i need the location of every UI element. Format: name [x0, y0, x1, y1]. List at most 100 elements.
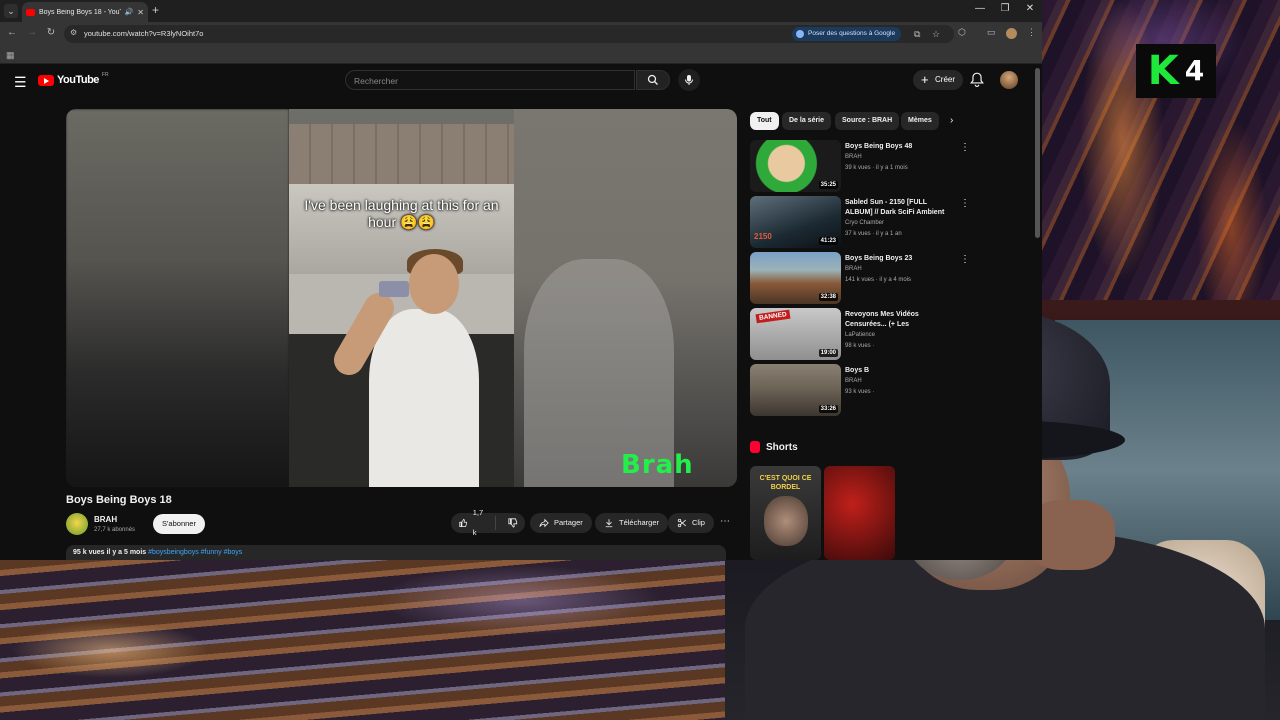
- chevron-right-icon[interactable]: ›: [950, 115, 953, 126]
- recommendation-item[interactable]: 2150 41:23 Sabled Sun - 2150 [FULL ALBUM…: [750, 196, 1030, 248]
- like-button[interactable]: 1,7 k: [451, 508, 496, 537]
- share-button[interactable]: Partager: [530, 513, 592, 533]
- video-thumbnail[interactable]: 2150 41:23: [750, 196, 841, 248]
- recommendation-channel[interactable]: BRAH: [845, 154, 862, 160]
- browser-window: ⌄ Boys Being Boys 18 - YouTu 🔊 ✕ + — ❐ ✕…: [0, 0, 1042, 560]
- tab-strip: ⌄ Boys Being Boys 18 - YouTu 🔊 ✕ + — ❐ ✕: [0, 0, 1042, 22]
- channel-avatar[interactable]: [66, 513, 88, 535]
- notifications-bell-icon[interactable]: [970, 72, 984, 87]
- video-caption: I've been laughing at this for an hour 😩…: [304, 197, 499, 230]
- youtube-favicon-icon: [26, 8, 35, 16]
- dislike-button[interactable]: [501, 518, 525, 528]
- page-scrollbar[interactable]: [1035, 68, 1040, 238]
- search-box[interactable]: [345, 70, 635, 90]
- install-icon[interactable]: ⧉: [914, 29, 920, 40]
- recommendation-title[interactable]: Boys Being Boys 23: [845, 254, 955, 264]
- download-icon: [605, 519, 613, 528]
- subscribe-button[interactable]: S'abonner: [153, 514, 205, 534]
- recommendation-meta: 37 k vues · il y a 1 an: [845, 231, 902, 237]
- more-options-icon[interactable]: ⋮: [960, 198, 970, 209]
- description-box[interactable]: 95 k vues il y a 5 mois #boysbeingboys #…: [66, 545, 726, 560]
- chip-series[interactable]: De la série: [782, 112, 832, 130]
- youtube-logo[interactable]: YouTube FR: [38, 72, 109, 86]
- recommendation-channel[interactable]: Cryo Chamber: [845, 220, 884, 226]
- youtube-wordmark: YouTube: [57, 74, 99, 86]
- new-tab-button[interactable]: +: [152, 3, 159, 17]
- search-icon: [647, 74, 658, 85]
- cast-icon[interactable]: ▭: [987, 27, 996, 38]
- subscriber-count: 27,7 k abonnés: [94, 527, 136, 533]
- more-options-icon[interactable]: ⋮: [960, 142, 970, 153]
- duration-badge: 41:23: [818, 237, 838, 245]
- short-thumbnail[interactable]: [824, 466, 895, 560]
- video-player[interactable]: I've been laughing at this for an hour 😩…: [66, 109, 737, 487]
- video-thumbnail[interactable]: 32:38: [750, 252, 841, 304]
- recommendation-item[interactable]: 32:38 Boys Being Boys 23 BRAH 141 k vues…: [750, 252, 1030, 304]
- search-input[interactable]: [346, 72, 634, 90]
- thumbs-down-icon: [508, 518, 518, 528]
- blurred-background-right: [514, 109, 737, 487]
- short-thumbnail[interactable]: C'EST QUOI CE BORDEL: [750, 466, 821, 560]
- bookmark-star-icon[interactable]: ☆: [932, 29, 940, 40]
- search-button[interactable]: [636, 70, 670, 90]
- more-options-icon[interactable]: ⋮: [960, 254, 970, 265]
- close-window-button[interactable]: ✕: [1020, 3, 1040, 14]
- address-bar[interactable]: ⚙ youtube.com/watch?v=R3lyNOiht7o Poser …: [64, 25, 954, 43]
- shorts-header: Shorts: [750, 441, 798, 453]
- share-label: Partager: [554, 518, 583, 527]
- short-overlay-text: C'EST QUOI CE BORDEL: [759, 475, 812, 491]
- reload-button[interactable]: ↻: [44, 27, 58, 38]
- video-thumbnail[interactable]: BANNED 19:00: [750, 308, 841, 360]
- restore-button[interactable]: ❐: [995, 3, 1015, 14]
- profile-avatar[interactable]: [1006, 28, 1017, 39]
- close-tab-icon[interactable]: ✕: [137, 8, 144, 17]
- account-avatar[interactable]: [1000, 71, 1018, 89]
- browser-toolbar: ← → ↻ ⚙ youtube.com/watch?v=R3lyNOiht7o …: [0, 22, 1042, 46]
- duration-badge: 19:00: [818, 349, 838, 357]
- site-info-icon[interactable]: ⚙: [70, 28, 80, 39]
- recommendation-item[interactable]: 35:25 Boys Being Boys 48 BRAH 39 k vues …: [750, 140, 1030, 192]
- recommendation-title[interactable]: Sabled Sun - 2150 [FULL ALBUM] // Dark S…: [845, 198, 955, 218]
- recommendation-channel[interactable]: BRAH: [845, 378, 862, 384]
- channel-name[interactable]: BRAH: [94, 515, 117, 524]
- clip-button[interactable]: Clip: [668, 513, 714, 533]
- create-button[interactable]: + Créer: [913, 70, 964, 90]
- minimize-button[interactable]: —: [970, 3, 990, 14]
- thumbnail-text: BANNED: [755, 309, 791, 324]
- tab-search-icon[interactable]: ⌄: [4, 4, 18, 18]
- ask-google-button[interactable]: Poser des questions à Google: [792, 27, 902, 41]
- recommendation-channel[interactable]: BRAH: [845, 266, 862, 272]
- recommendation-title[interactable]: Boys Being Boys 48: [845, 142, 955, 152]
- scene-person-head: [409, 254, 459, 314]
- back-button[interactable]: ←: [5, 27, 19, 38]
- download-button[interactable]: Télécharger: [595, 513, 669, 533]
- recommendation-item[interactable]: 33:26 Boys B BRAH 93 k vues ·: [750, 364, 1030, 416]
- video-frame: I've been laughing at this for an hour 😩…: [289, 109, 514, 487]
- video-thumbnail[interactable]: 33:26: [750, 364, 841, 416]
- youtube-play-icon: [38, 74, 54, 86]
- more-actions-icon[interactable]: ⋯: [720, 516, 730, 527]
- lens-icon: [796, 30, 804, 38]
- duration-badge: 33:26: [818, 405, 838, 413]
- recommendation-title[interactable]: Boys B: [845, 366, 955, 376]
- chip-memes[interactable]: Mèmes: [901, 112, 939, 130]
- apps-grid-icon[interactable]: ▦: [6, 50, 15, 61]
- share-icon: [539, 518, 549, 528]
- extensions-icon[interactable]: ⬡: [958, 27, 966, 38]
- recommendation-title[interactable]: Revoyons Mes Vidéos Censurées... (+ Les: [845, 310, 955, 330]
- voice-search-button[interactable]: [678, 69, 700, 91]
- video-thumbnail[interactable]: 35:25: [750, 140, 841, 192]
- speaker-icon[interactable]: 🔊: [125, 8, 134, 16]
- hashtags[interactable]: #boysbeingboys #funny #boys: [148, 549, 242, 556]
- chip-source[interactable]: Source : BRAH: [835, 112, 900, 130]
- recommendation-item[interactable]: BANNED 19:00 Revoyons Mes Vidéos Censuré…: [750, 308, 1030, 360]
- chip-all[interactable]: Tout: [750, 112, 779, 130]
- youtube-page: ☰ YouTube FR + Créer: [0, 64, 1042, 560]
- forward-button[interactable]: →: [25, 27, 39, 38]
- browser-menu-icon[interactable]: ⋮: [1027, 27, 1036, 38]
- shorts-logo-icon: [750, 441, 760, 453]
- duration-badge: 32:38: [818, 293, 838, 301]
- recommendation-channel[interactable]: LaPatience: [845, 332, 875, 338]
- tab-youtube[interactable]: Boys Being Boys 18 - YouTu 🔊 ✕: [22, 2, 148, 22]
- hamburger-menu-icon[interactable]: ☰: [14, 74, 27, 91]
